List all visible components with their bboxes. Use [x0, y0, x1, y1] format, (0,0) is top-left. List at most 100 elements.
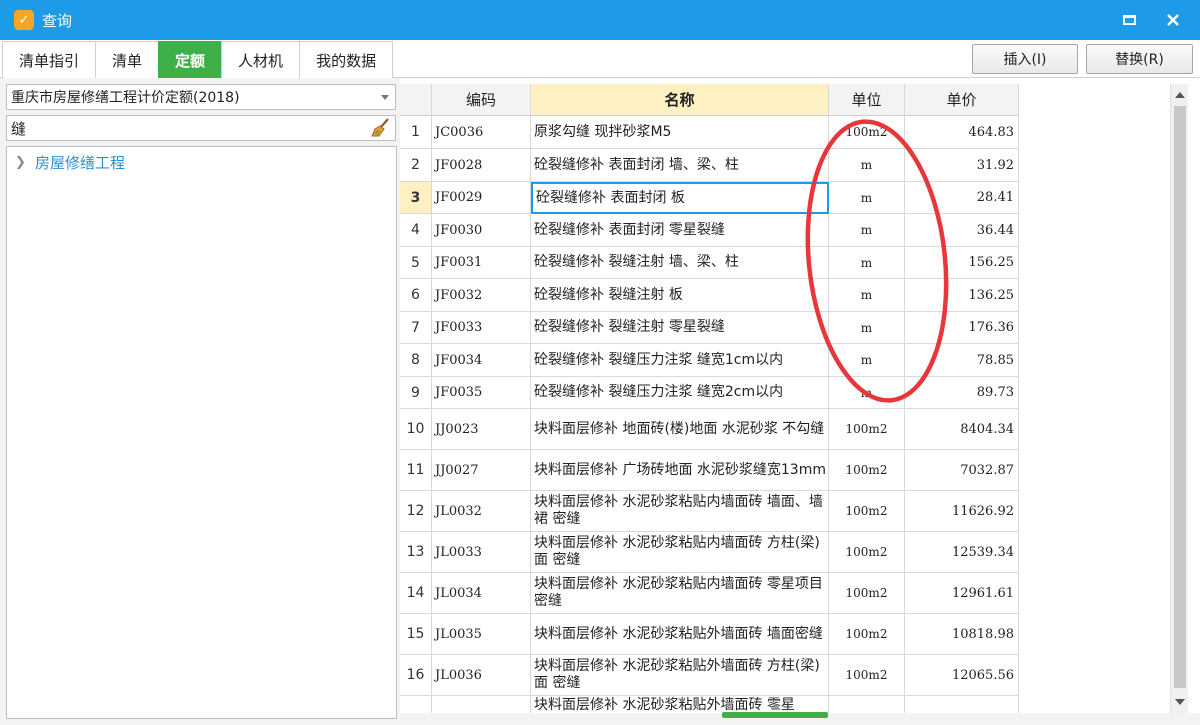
- row-index: 6: [400, 279, 432, 312]
- maximize-button[interactable]: [1118, 9, 1140, 31]
- row-unit: m: [829, 247, 905, 279]
- row-name[interactable]: 砼裂缝修补 裂缝压力注浆 缝宽1cm以内: [531, 344, 829, 377]
- row-index: 16: [400, 655, 432, 696]
- table-row[interactable]: 5 JF0031 砼裂缝修补 裂缝注射 墙、梁、柱 m 156.25: [400, 247, 1019, 279]
- row-code: JJ0023: [432, 409, 531, 450]
- table-row[interactable]: 3 JF0029 砼裂缝修补 表面封闭 板 m 28.41: [400, 182, 1019, 214]
- row-name[interactable]: 块料面层修补 水泥砂浆粘贴内墙面砖 零星项目 密缝: [531, 573, 829, 614]
- table-row[interactable]: 6 JF0032 砼裂缝修补 裂缝注射 板 m 136.25: [400, 279, 1019, 312]
- row-index: 11: [400, 450, 432, 491]
- app-logo-icon: ✓: [14, 10, 34, 30]
- row-name[interactable]: 块料面层修补 广场砖地面 水泥砂浆缝宽13mm: [531, 450, 829, 491]
- library-select[interactable]: 重庆市房屋修缮工程计价定额(2018): [6, 84, 396, 110]
- table-row[interactable]: 9 JF0035 砼裂缝修补 裂缝压力注浆 缝宽2cm以内 m 89.73: [400, 377, 1019, 409]
- table-row[interactable]: 4 JF0030 砼裂缝修补 表面封闭 零星裂缝 m 36.44: [400, 214, 1019, 247]
- vertical-scrollbar[interactable]: [1170, 84, 1188, 713]
- row-name[interactable]: 砼裂缝修补 裂缝注射 墙、梁、柱: [531, 247, 829, 279]
- row-price: 31.92: [905, 149, 1019, 182]
- scrollbar-thumb[interactable]: [1174, 106, 1186, 688]
- row-index: 3: [400, 182, 432, 214]
- tab-my-data[interactable]: 我的数据: [299, 41, 394, 78]
- row-price: 12065.56: [905, 655, 1019, 696]
- table-row[interactable]: 块料面层修补 水泥砂浆粘贴外墙面砖 零星: [400, 696, 1019, 713]
- row-index: 4: [400, 214, 432, 247]
- table-row[interactable]: 11 JJ0027 块料面层修补 广场砖地面 水泥砂浆缝宽13mm 100m2 7032…: [400, 450, 1019, 491]
- row-name[interactable]: 块料面层修补 水泥砂浆粘贴外墙面砖 墙面密缝: [531, 614, 829, 655]
- row-price: 12961.61: [905, 573, 1019, 614]
- row-unit: 100m2: [829, 532, 905, 573]
- row-price: 176.36: [905, 312, 1019, 344]
- row-unit: [829, 696, 905, 713]
- arrow-up-icon: [1175, 92, 1185, 98]
- search-input[interactable]: 缝: [6, 115, 396, 141]
- header-code[interactable]: 编码: [432, 84, 531, 116]
- header-price[interactable]: 单价: [905, 84, 1019, 116]
- row-code: JF0035: [432, 377, 531, 409]
- close-icon: [1167, 14, 1179, 26]
- broom-clear-icon[interactable]: [369, 118, 391, 138]
- row-unit: 100m2: [829, 450, 905, 491]
- header-name[interactable]: 名称: [531, 84, 829, 116]
- row-unit: 100m2: [829, 614, 905, 655]
- table-row[interactable]: 2 JF0028 砼裂缝修补 表面封闭 墙、梁、柱 m 31.92: [400, 149, 1019, 182]
- header-unit[interactable]: 单位: [829, 84, 905, 116]
- tab-quota[interactable]: 定额: [158, 41, 223, 78]
- row-code: JF0032: [432, 279, 531, 312]
- row-name[interactable]: 块料面层修补 地面砖(楼)地面 水泥砂浆 不勾缝: [531, 409, 829, 450]
- row-name[interactable]: 块料面层修补 水泥砂浆粘贴内墙面砖 方柱(梁)面 密缝: [531, 532, 829, 573]
- chevron-down-icon: [381, 95, 389, 100]
- table-row[interactable]: 13 JL0033 块料面层修补 水泥砂浆粘贴内墙面砖 方柱(梁)面 密缝 100m2…: [400, 532, 1019, 573]
- row-name[interactable]: 砼裂缝修补 裂缝压力注浆 缝宽2cm以内: [531, 377, 829, 409]
- tree-item-label: 房屋修缮工程: [35, 154, 126, 172]
- table-row[interactable]: 16 JL0036 块料面层修补 水泥砂浆粘贴外墙面砖 方柱(梁)面 密缝 100m2…: [400, 655, 1019, 696]
- row-index: 15: [400, 614, 432, 655]
- window-title: 查询: [42, 11, 73, 30]
- row-price: 8404.34: [905, 409, 1019, 450]
- row-name[interactable]: 砼裂缝修补 裂缝注射 板: [531, 279, 829, 312]
- tab-list-guide[interactable]: 清单指引: [2, 41, 97, 78]
- row-code: JF0034: [432, 344, 531, 377]
- close-button[interactable]: [1162, 9, 1184, 31]
- row-code: JL0032: [432, 491, 531, 532]
- row-code: JC0036: [432, 116, 531, 149]
- left-panel: 重庆市房屋修缮工程计价定额(2018) 缝 ❯ 房屋修缮工程: [0, 78, 400, 725]
- collapse-arrow-icon: [771, 704, 781, 710]
- row-code: JL0035: [432, 614, 531, 655]
- row-unit: 100m2: [829, 491, 905, 532]
- row-unit: m: [829, 279, 905, 312]
- row-name[interactable]: 砼裂缝修补 表面封闭 零星裂缝: [531, 214, 829, 247]
- insert-button[interactable]: 插入(I): [972, 44, 1078, 74]
- tab-list[interactable]: 清单: [95, 41, 160, 78]
- row-name[interactable]: 块料面层修补 水泥砂浆粘贴外墙面砖 方柱(梁)面 密缝: [531, 655, 829, 696]
- row-unit: m: [829, 377, 905, 409]
- table-row[interactable]: 8 JF0034 砼裂缝修补 裂缝压力注浆 缝宽1cm以内 m 78.85: [400, 344, 1019, 377]
- scroll-down-button[interactable]: [1173, 695, 1187, 709]
- table-row[interactable]: 14 JL0034 块料面层修补 水泥砂浆粘贴内墙面砖 零星项目 密缝 100m2 12…: [400, 573, 1019, 614]
- row-name[interactable]: 砼裂缝修补 裂缝注射 零星裂缝: [531, 312, 829, 344]
- row-code: JF0031: [432, 247, 531, 279]
- row-code: JF0029: [432, 182, 531, 214]
- row-unit: m: [829, 149, 905, 182]
- row-name[interactable]: 块料面层修补 水泥砂浆粘贴外墙面砖 零星: [531, 696, 829, 713]
- row-name[interactable]: 块料面层修补 水泥砂浆粘贴内墙面砖 墙面、墙裙 密缝: [531, 491, 829, 532]
- table-row[interactable]: 7 JF0033 砼裂缝修补 裂缝注射 零星裂缝 m 176.36: [400, 312, 1019, 344]
- scroll-up-button[interactable]: [1173, 88, 1187, 102]
- table-row[interactable]: 1 JC0036 原浆勾缝 现拌砂浆M5 100m2 464.83: [400, 116, 1019, 149]
- row-name[interactable]: 砼裂缝修补 表面封闭 墙、梁、柱: [531, 149, 829, 182]
- table-row[interactable]: 15 JL0035 块料面层修补 水泥砂浆粘贴外墙面砖 墙面密缝 100m2 10818…: [400, 614, 1019, 655]
- replace-button[interactable]: 替换(R): [1086, 44, 1193, 74]
- table-row[interactable]: 12 JL0032 块料面层修补 水泥砂浆粘贴内墙面砖 墙面、墙裙 密缝 100m2 1…: [400, 491, 1019, 532]
- category-tree: ❯ 房屋修缮工程: [6, 146, 397, 719]
- row-name[interactable]: 砼裂缝修补 表面封闭 板: [531, 182, 829, 214]
- row-name[interactable]: 原浆勾缝 现拌砂浆M5: [531, 116, 829, 149]
- library-select-value: 重庆市房屋修缮工程计价定额(2018): [11, 90, 240, 106]
- row-index: 12: [400, 491, 432, 532]
- tree-item-house-repair[interactable]: ❯ 房屋修缮工程: [15, 152, 125, 173]
- row-price: 11626.92: [905, 491, 1019, 532]
- panel-resize-handle[interactable]: [722, 712, 828, 718]
- row-price: 28.41: [905, 182, 1019, 214]
- table-row[interactable]: 10 JJ0023 块料面层修补 地面砖(楼)地面 水泥砂浆 不勾缝 100m2 840…: [400, 409, 1019, 450]
- row-index: 9: [400, 377, 432, 409]
- tab-materials[interactable]: 人材机: [221, 41, 301, 78]
- chevron-right-icon: ❯: [15, 155, 26, 170]
